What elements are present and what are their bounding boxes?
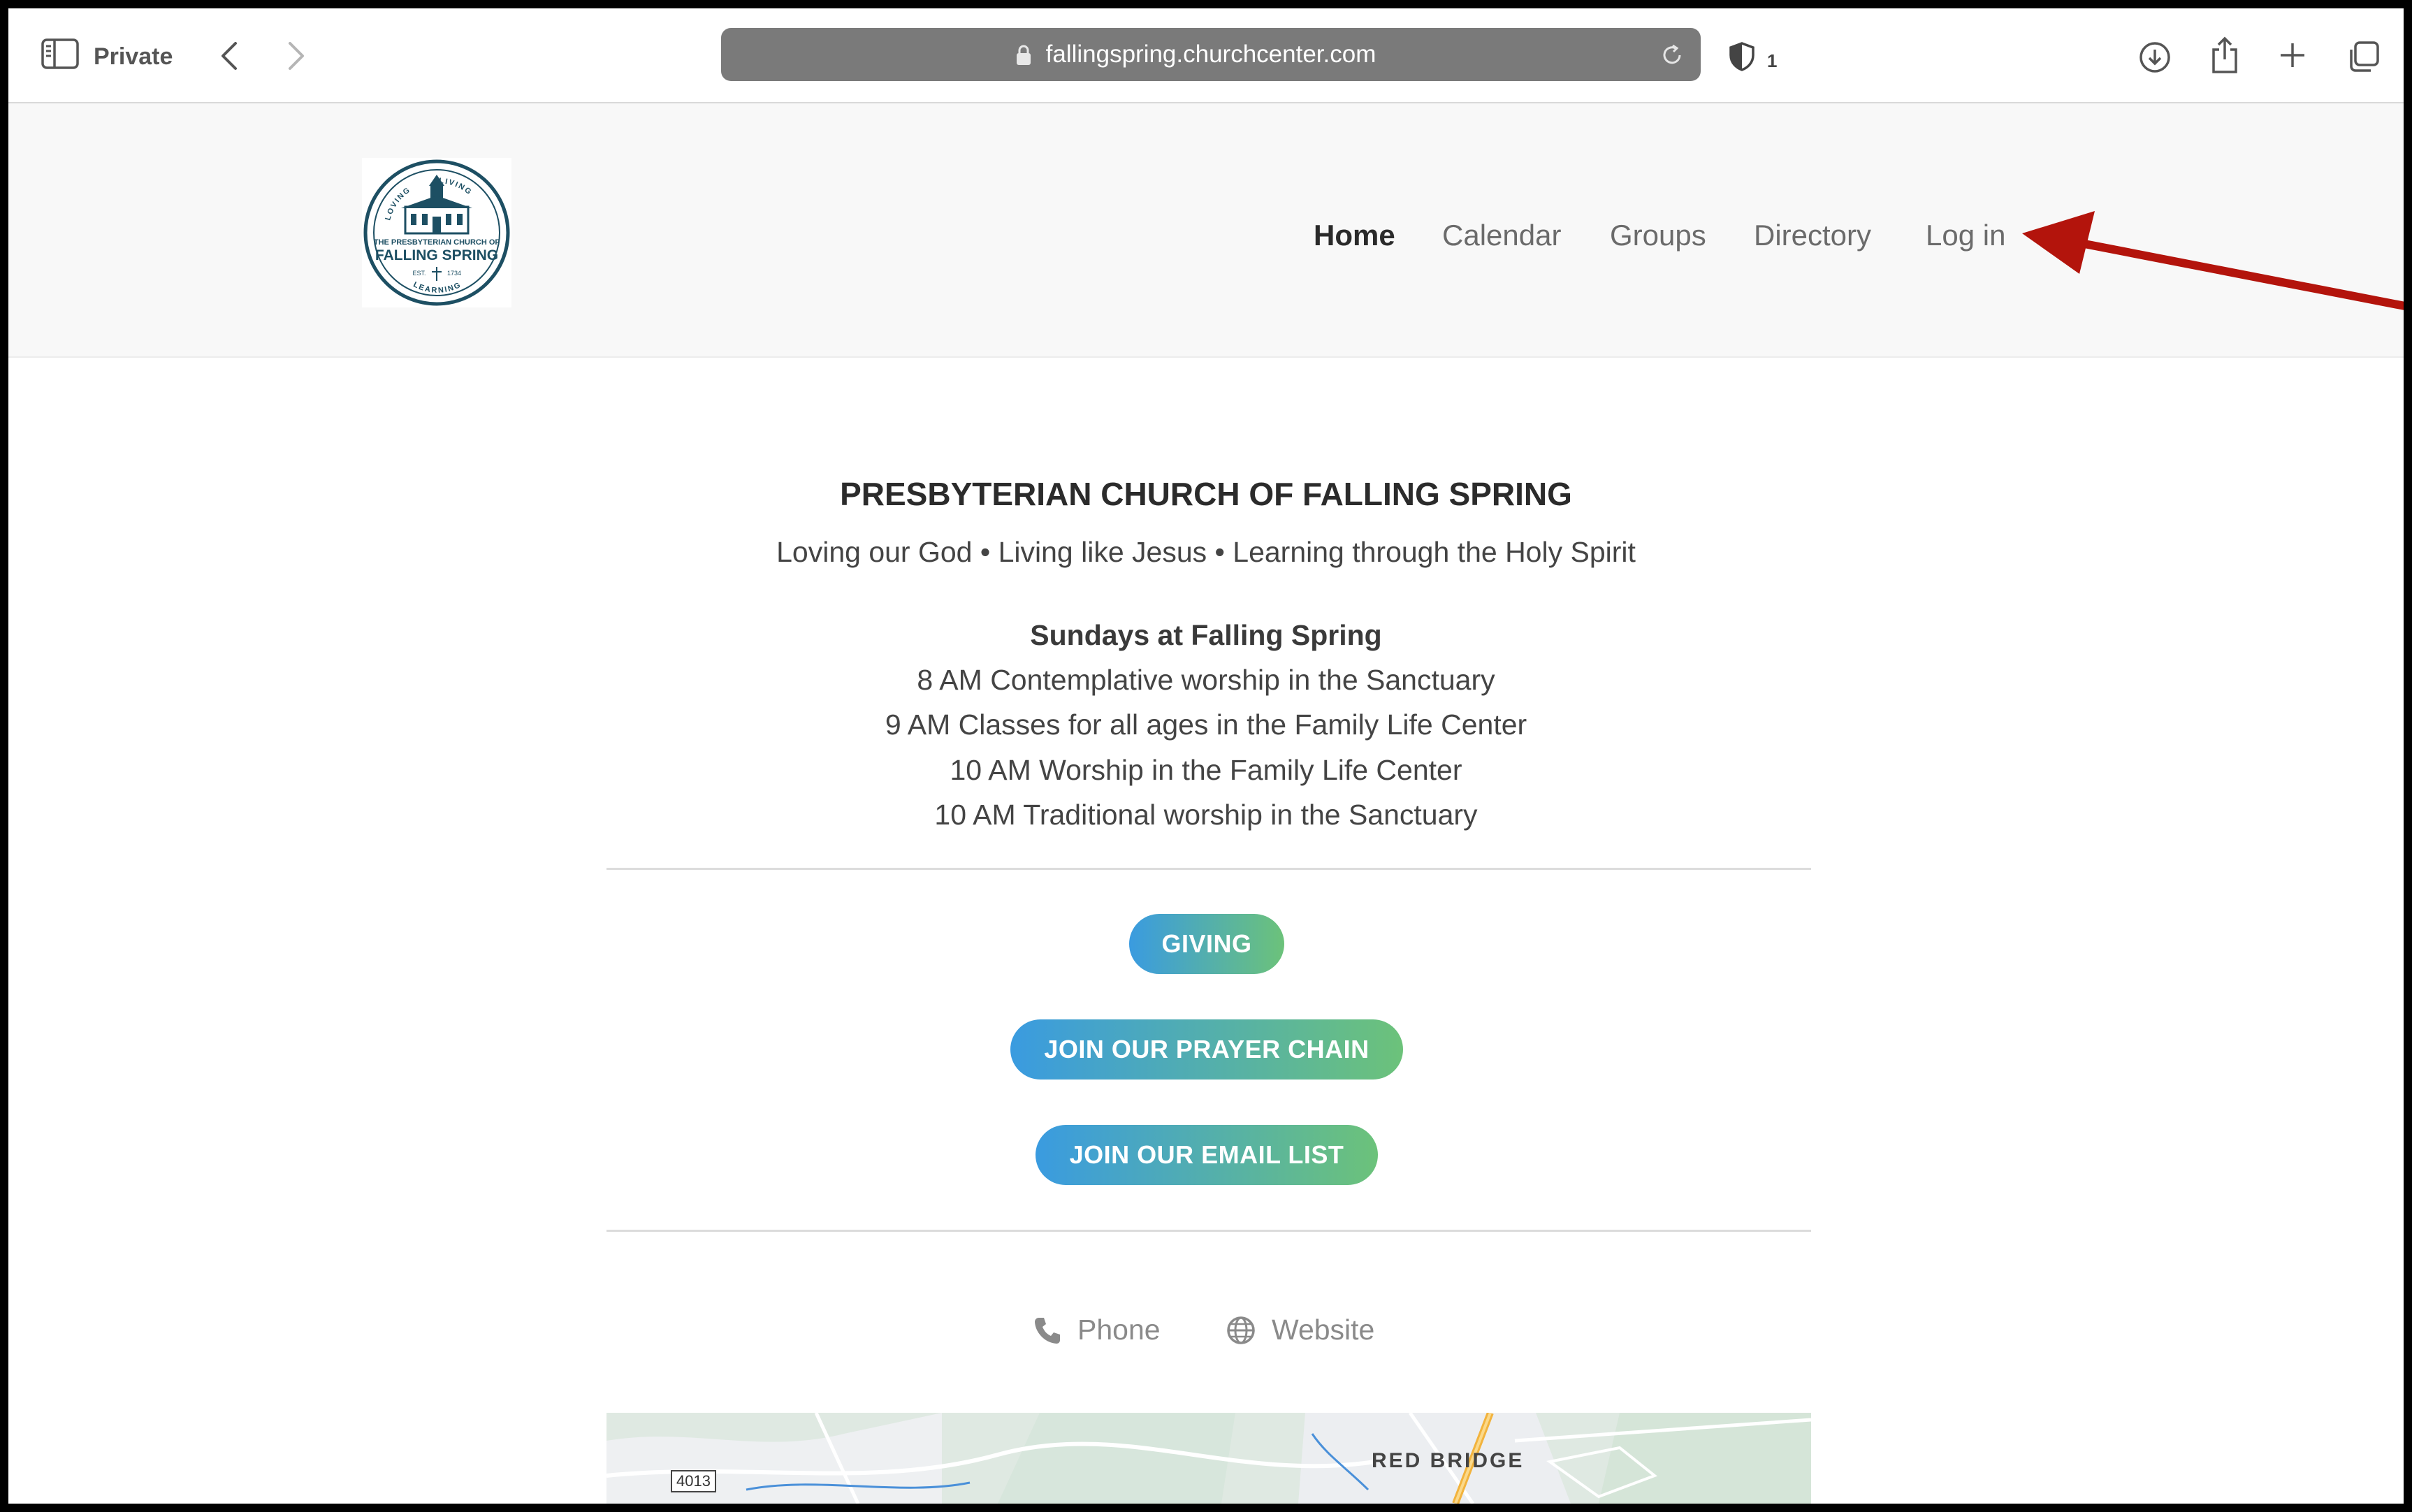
schedule-item: 9 AM Classes for all ages in the Family … xyxy=(885,708,1527,741)
tagline: Loving our God • Living like Jesus • Lea… xyxy=(776,536,1636,568)
schedule-item: 10 AM Worship in the Family Life Center xyxy=(950,754,1462,786)
logo-emblem: LOVING LIVING THE PRESBYTERIAN CHURCH OF… xyxy=(363,159,510,306)
private-label: Private xyxy=(94,43,173,70)
tracker-count: 1 xyxy=(1767,50,1778,71)
shield-icon[interactable] xyxy=(1726,41,1758,73)
church-name: PRESBYTERIAN CHURCH OF FALLING SPRING xyxy=(840,476,1572,512)
site-header: LOVING LIVING THE PRESBYTERIAN CHURCH OF… xyxy=(8,103,2404,358)
giving-button[interactable]: GIVING xyxy=(1129,914,1284,974)
reload-icon[interactable] xyxy=(1659,42,1685,68)
schedule-item: 8 AM Contemplative worship in the Sanctu… xyxy=(917,664,1495,696)
tab-overview-icon[interactable] xyxy=(2346,39,2381,74)
phone-label: Phone xyxy=(1077,1314,1161,1346)
church-logo[interactable]: LOVING LIVING THE PRESBYTERIAN CHURCH OF… xyxy=(362,158,511,307)
lock-icon xyxy=(1015,43,1033,67)
nav-home[interactable]: Home xyxy=(1314,219,1395,252)
schedule-item: 10 AM Traditional worship in the Sanctua… xyxy=(934,799,1478,831)
schedule-title: Sundays at Falling Spring xyxy=(1030,619,1382,651)
website-link[interactable]: Website xyxy=(1226,1314,1374,1346)
back-icon[interactable] xyxy=(215,41,243,71)
logo-est: EST. xyxy=(412,270,426,277)
forward-icon[interactable] xyxy=(282,41,310,71)
address-bar[interactable]: fallingspring.churchcenter.com xyxy=(721,28,1701,81)
divider xyxy=(606,1230,1811,1232)
download-icon[interactable] xyxy=(2137,39,2173,75)
share-icon[interactable] xyxy=(2208,35,2242,75)
globe-icon xyxy=(1226,1315,1256,1346)
nav-calendar[interactable]: Calendar xyxy=(1442,219,1561,252)
sidebar-icon[interactable] xyxy=(41,36,80,71)
phone-icon xyxy=(1033,1316,1062,1345)
url-text: fallingspring.churchcenter.com xyxy=(1045,41,1376,68)
logo-year: 1734 xyxy=(447,270,461,277)
logo-line-1: THE PRESBYTERIAN CHURCH OF xyxy=(374,238,500,247)
browser-toolbar: Private fallingspring.churchcenter.com 1 xyxy=(8,8,2404,103)
new-tab-icon[interactable] xyxy=(2276,39,2309,71)
nav-directory[interactable]: Directory xyxy=(1754,219,1871,252)
prayer-chain-button[interactable]: JOIN OUR PRAYER CHAIN xyxy=(1010,1019,1403,1080)
nav-login[interactable]: Log in xyxy=(1926,219,2005,252)
location-map[interactable]: 4013 RED BRIDGE xyxy=(606,1413,1811,1504)
website-label: Website xyxy=(1272,1314,1375,1346)
road-label: 4013 xyxy=(671,1470,716,1492)
browser-window: Private fallingspring.churchcenter.com 1 xyxy=(8,8,2404,1504)
phone-link[interactable]: Phone xyxy=(1033,1314,1161,1346)
map-place-label: RED BRIDGE xyxy=(1372,1449,1525,1472)
logo-line-2: FALLING SPRING xyxy=(375,247,498,263)
divider xyxy=(606,868,1811,870)
nav-groups[interactable]: Groups xyxy=(1610,219,1706,252)
map-tiles xyxy=(606,1413,1811,1504)
email-list-button[interactable]: JOIN OUR EMAIL LIST xyxy=(1036,1125,1378,1185)
